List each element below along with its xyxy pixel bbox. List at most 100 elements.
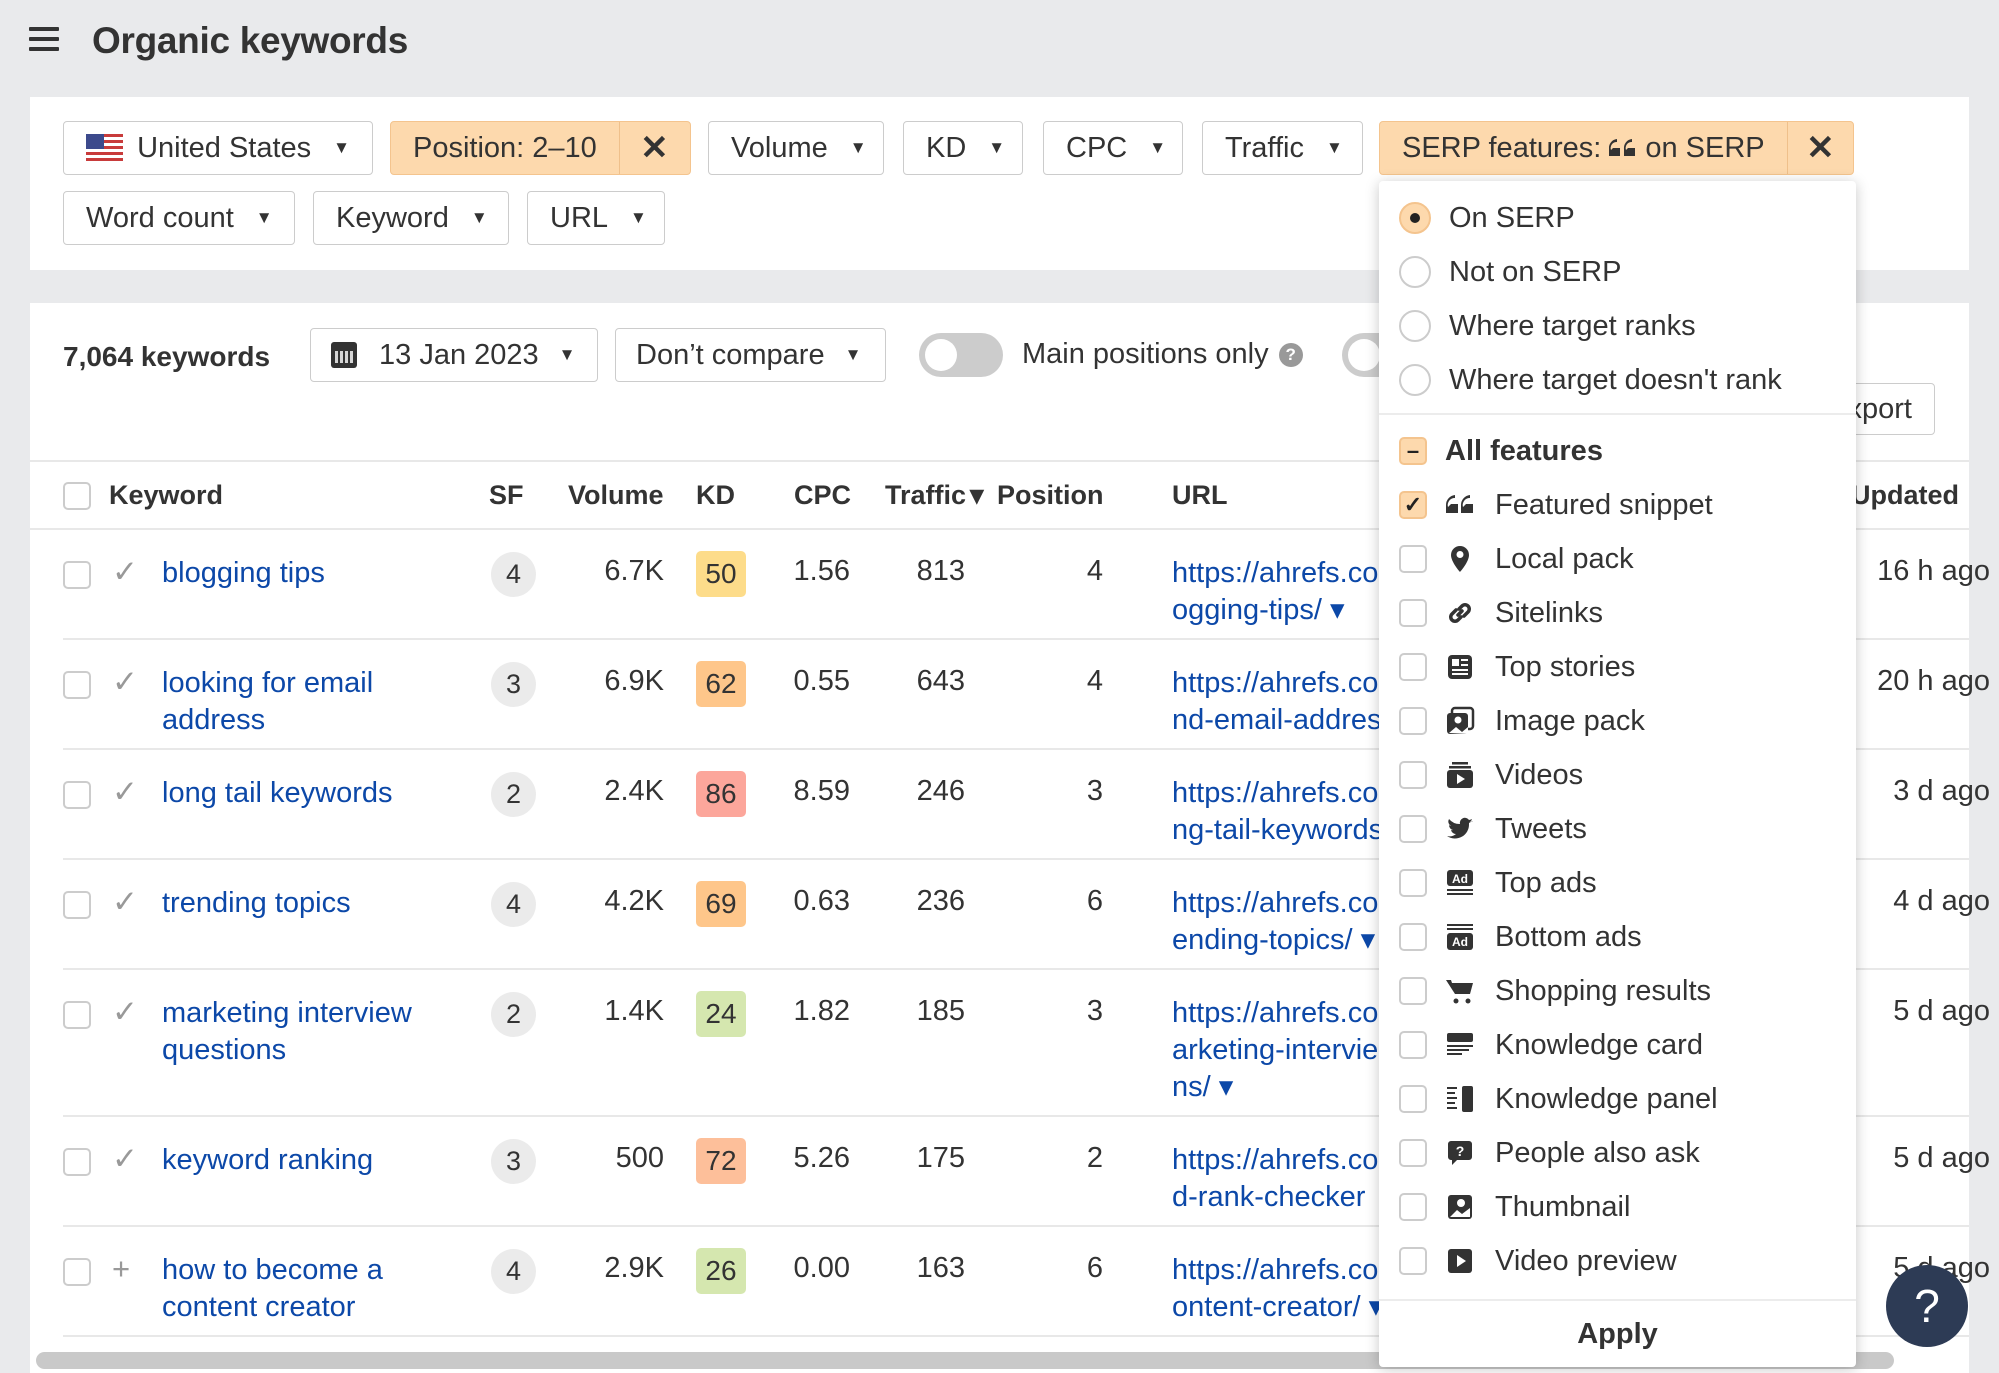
date-picker[interactable]: 13 Jan 2023 ▼ <box>310 328 598 382</box>
radio-button[interactable] <box>1399 256 1431 288</box>
compare-select[interactable]: Don’t compare ▼ <box>615 328 886 382</box>
apply-button[interactable]: Apply <box>1379 1301 1856 1367</box>
sf-count-badge[interactable]: 2 <box>491 992 536 1037</box>
checkbox[interactable] <box>1399 1031 1427 1059</box>
serp-features-filter[interactable]: SERP features: on SERP ✕ <box>1379 121 1854 175</box>
column-header-cpc[interactable]: CPC <box>794 480 851 511</box>
select-all-checkbox[interactable] <box>63 482 91 510</box>
checkbox[interactable] <box>1399 1085 1427 1113</box>
column-header-url[interactable]: URL <box>1172 480 1228 511</box>
checkbox[interactable] <box>1399 977 1427 1005</box>
column-header-volume[interactable]: Volume <box>568 480 664 511</box>
serp-feature-option[interactable]: Ad Bottom ads <box>1379 912 1856 962</box>
serp-feature-option[interactable]: Image pack <box>1379 696 1856 746</box>
serp-feature-option[interactable]: Knowledge panel <box>1379 1074 1856 1124</box>
row-checkbox[interactable] <box>63 561 91 589</box>
clear-position-filter-button[interactable]: ✕ <box>618 122 689 174</box>
checkbox[interactable] <box>1399 653 1427 681</box>
url-filter[interactable]: URL ▼ <box>527 191 665 245</box>
row-checkbox[interactable] <box>63 1258 91 1286</box>
keyword-link[interactable]: how to become a content creator <box>162 1252 432 1326</box>
column-header-position[interactable]: Position <box>997 480 1104 511</box>
help-icon[interactable]: ? <box>1278 343 1303 368</box>
checkbox[interactable] <box>1399 599 1427 627</box>
serp-radio-option[interactable]: Not on SERP <box>1379 247 1856 297</box>
serp-feature-option[interactable]: Ad Top ads <box>1379 858 1856 908</box>
column-header-sf[interactable]: SF <box>489 480 524 511</box>
radio-button[interactable] <box>1399 364 1431 396</box>
checkbox[interactable] <box>1399 923 1427 951</box>
url-link[interactable]: https://ahrefs.co nd-email-address <box>1172 665 1382 739</box>
sf-count-badge[interactable]: 4 <box>491 1249 536 1294</box>
url-link[interactable]: https://ahrefs.co ng-tail-keywords <box>1172 775 1382 849</box>
hamburger-menu-icon[interactable] <box>29 27 59 51</box>
clear-serp-features-filter-button[interactable]: ✕ <box>1786 122 1853 174</box>
url-link[interactable]: https://ahrefs.co ending-topics/ ▾ <box>1172 885 1382 959</box>
radio-button[interactable] <box>1399 202 1431 234</box>
all-features-checkbox[interactable]: – All features <box>1379 426 1856 476</box>
keyword-link[interactable]: trending topics <box>162 885 432 922</box>
radio-button[interactable] <box>1399 310 1431 342</box>
serp-feature-option[interactable]: Sitelinks <box>1379 588 1856 638</box>
kd-filter[interactable]: KD ▼ <box>903 121 1023 175</box>
sf-count-badge[interactable]: 3 <box>491 662 536 707</box>
sf-count-badge[interactable]: 2 <box>491 772 536 817</box>
traffic-filter[interactable]: Traffic ▼ <box>1202 121 1363 175</box>
url-link[interactable]: https://ahrefs.co ogging-tips/ ▾ <box>1172 555 1382 629</box>
row-checkbox[interactable] <box>63 1148 91 1176</box>
sf-count-badge[interactable]: 3 <box>491 1139 536 1184</box>
serp-feature-option[interactable]: Knowledge card <box>1379 1020 1856 1070</box>
sf-count-badge[interactable]: 4 <box>491 882 536 927</box>
column-header-kd[interactable]: KD <box>696 480 735 511</box>
row-checkbox[interactable] <box>63 781 91 809</box>
checkbox[interactable] <box>1399 1247 1427 1275</box>
keyword-link[interactable]: marketing interview questions <box>162 995 432 1069</box>
volume-filter[interactable]: Volume ▼ <box>708 121 884 175</box>
url-link[interactable]: https://ahrefs.co ontent-creator/ ▾ <box>1172 1252 1382 1326</box>
serp-radio-option[interactable]: Where target ranks <box>1379 301 1856 351</box>
row-checkbox[interactable] <box>63 671 91 699</box>
serp-features-filter-label[interactable]: SERP features: on SERP <box>1380 122 1787 174</box>
column-header-traffic[interactable]: Traffic ▾ <box>885 480 984 511</box>
serp-feature-option[interactable]: Video preview <box>1379 1236 1856 1286</box>
checkbox[interactable] <box>1399 869 1427 897</box>
serp-feature-option[interactable]: Shopping results <box>1379 966 1856 1016</box>
checkbox[interactable] <box>1399 1193 1427 1221</box>
country-filter[interactable]: United States ▼ <box>63 121 373 175</box>
serp-feature-option[interactable]: Videos <box>1379 750 1856 800</box>
url-line: ontent-creator/ ▾ <box>1172 1291 1382 1323</box>
sf-count-badge[interactable]: 4 <box>491 552 536 597</box>
checkbox[interactable] <box>1399 545 1427 573</box>
keyword-link[interactable]: looking for email address <box>162 665 432 739</box>
url-link[interactable]: https://ahrefs.co arketing-intervie ns/ ▾ <box>1172 995 1382 1106</box>
serp-feature-option[interactable]: Tweets <box>1379 804 1856 854</box>
row-checkbox[interactable] <box>63 891 91 919</box>
word-count-filter[interactable]: Word count ▼ <box>63 191 295 245</box>
serp-feature-option[interactable]: ✓ Featured snippet <box>1379 480 1856 530</box>
keyword-link[interactable]: long tail keywords <box>162 775 432 812</box>
main-positions-toggle[interactable] <box>919 333 1003 377</box>
row-checkbox[interactable] <box>63 1001 91 1029</box>
position-filter[interactable]: Position: 2–10 ✕ <box>390 121 691 175</box>
serp-feature-option[interactable]: Local pack <box>1379 534 1856 584</box>
serp-radio-option[interactable]: Where target doesn't rank <box>1379 355 1856 405</box>
keyword-filter[interactable]: Keyword ▼ <box>313 191 509 245</box>
keyword-link[interactable]: keyword ranking <box>162 1142 432 1179</box>
checkbox[interactable] <box>1399 761 1427 789</box>
word-count-filter-label: Word count <box>86 201 234 234</box>
serp-radio-option[interactable]: On SERP <box>1379 193 1856 243</box>
serp-feature-option[interactable]: ? People also ask <box>1379 1128 1856 1178</box>
column-header-keyword[interactable]: Keyword <box>109 480 223 511</box>
serp-feature-option[interactable]: Thumbnail <box>1379 1182 1856 1232</box>
checkbox[interactable] <box>1399 707 1427 735</box>
checkbox[interactable] <box>1399 815 1427 843</box>
checked-checkbox[interactable]: ✓ <box>1399 491 1427 519</box>
add-icon[interactable]: + <box>112 1251 130 1287</box>
serp-feature-option[interactable]: Top stories <box>1379 642 1856 692</box>
keyword-link[interactable]: blogging tips <box>162 555 432 592</box>
checkbox[interactable] <box>1399 1139 1427 1167</box>
help-chat-button[interactable]: ? <box>1886 1265 1968 1347</box>
url-link[interactable]: https://ahrefs.co d-rank-checker <box>1172 1142 1382 1216</box>
position-filter-label[interactable]: Position: 2–10 <box>391 122 619 174</box>
cpc-filter[interactable]: CPC ▼ <box>1043 121 1183 175</box>
